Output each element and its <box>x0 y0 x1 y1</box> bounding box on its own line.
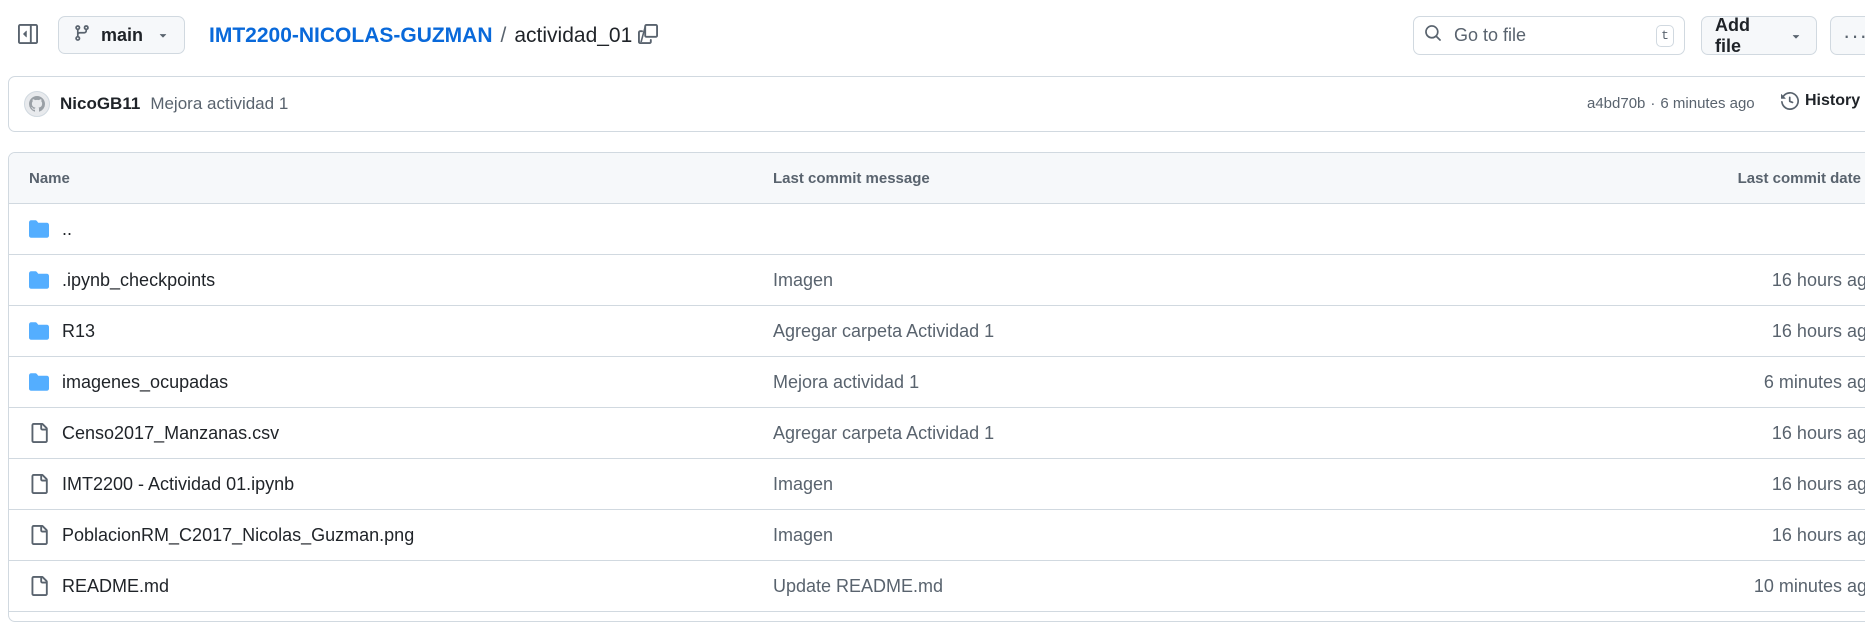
keyboard-shortcut-hint: t <box>1656 24 1674 47</box>
table-row[interactable]: imagenes_ocupadas Mejora actividad 1 6 min… <box>9 357 1865 408</box>
branch-name: main <box>101 24 144 45</box>
commit-author[interactable]: NicoGB11 <box>60 94 140 114</box>
git-branch-icon <box>73 24 91 47</box>
breadcrumb-separator: / <box>500 24 507 47</box>
column-header-message: Last commit message <box>773 170 930 187</box>
row-commit-message[interactable]: Imagen <box>773 525 833 546</box>
sidebar-expand-icon[interactable] <box>16 22 40 46</box>
github-mark-icon <box>29 96 45 112</box>
folder-icon <box>29 371 51 393</box>
history-clock-icon <box>1781 92 1799 110</box>
kebab-horizontal-icon: ··· <box>1843 22 1865 48</box>
file-table: Name Last commit message Last commit dat… <box>8 152 1865 622</box>
branch-selector-button[interactable]: main <box>58 16 185 54</box>
chevron-down-icon <box>156 28 170 42</box>
row-name-link[interactable]: IMT2200 - Actividad 01.ipynb <box>62 474 294 495</box>
search-icon <box>1424 24 1442 47</box>
file-icon <box>29 575 51 597</box>
row-commit-message[interactable]: Imagen <box>773 270 833 291</box>
commit-message[interactable]: Mejora actividad 1 <box>150 94 288 114</box>
commit-hash[interactable]: a4bd70b <box>1587 95 1645 112</box>
folder-icon <box>29 218 51 240</box>
row-commit-date: 16 hours ago <box>1771 423 1865 443</box>
table-row[interactable]: README.md Update README.md 10 minutes ago <box>9 561 1865 612</box>
row-name-link[interactable]: Censo2017_Manzanas.csv <box>62 423 279 444</box>
add-file-button[interactable]: Add file <box>1701 14 1817 56</box>
go-to-file-search[interactable]: t <box>1413 16 1685 55</box>
breadcrumb: IMT2200-NICOLAS-GUZMAN / actividad_01 / <box>209 22 646 50</box>
copy-path-button[interactable] <box>636 23 660 49</box>
avatar[interactable] <box>24 91 50 117</box>
table-row[interactable]: .. <box>9 204 1865 255</box>
row-commit-date: 6 minutes ago <box>1763 372 1865 392</box>
row-name-link[interactable]: imagenes_ocupadas <box>62 372 228 393</box>
go-to-file-input[interactable] <box>1452 24 1642 47</box>
repo-header: main IMT2200-NICOLAS-GUZMAN / actividad_… <box>0 0 1865 72</box>
table-row[interactable]: IMT2200 - Actividad 01.ipynb Imagen 16 hou… <box>9 459 1865 510</box>
row-name-link[interactable]: PoblacionRM_C2017_Nicolas_Guzman.png <box>62 525 414 546</box>
row-name-link[interactable]: .ipynb_checkpoints <box>62 270 215 291</box>
row-commit-message[interactable]: Update README.md <box>773 576 943 597</box>
row-commit-message[interactable]: Imagen <box>773 474 833 495</box>
chevron-down-icon <box>1789 29 1803 43</box>
latest-commit-bar: NicoGB11 Mejora actividad 1 a4bd70b · 6 … <box>8 76 1865 132</box>
history-button[interactable]: History <box>1781 92 1860 110</box>
copy-icon <box>638 23 658 49</box>
table-row[interactable]: PoblacionRM_C2017_Nicolas_Guzman.png Imag… <box>9 510 1865 561</box>
column-header-name: Name <box>29 170 70 187</box>
more-options-button[interactable]: ··· <box>1830 16 1865 55</box>
row-name-link[interactable]: README.md <box>62 576 169 597</box>
history-label: History <box>1805 92 1861 109</box>
file-icon <box>29 473 51 495</box>
breadcrumb-current-folder: actividad_01 <box>514 24 633 47</box>
row-commit-date: 16 hours ago <box>1771 270 1865 290</box>
table-header: Name Last commit message Last commit dat… <box>9 153 1865 204</box>
breadcrumb-repo-link[interactable]: IMT2200-NICOLAS-GUZMAN <box>209 24 493 48</box>
table-body: ...ipynb_checkpointsImagen16 hours agoR1… <box>9 204 1865 612</box>
table-row[interactable]: R13 Agregar carpeta Actividad 1 16 hours a… <box>9 306 1865 357</box>
table-row[interactable]: Censo2017_Manzanas.csv Agregar carpeta Ac… <box>9 408 1865 459</box>
row-commit-date: 10 minutes ago <box>1753 576 1865 596</box>
row-commit-message[interactable]: Agregar carpeta Actividad 1 <box>773 321 994 342</box>
add-file-label: Add file <box>1715 14 1750 56</box>
commit-time: 6 minutes ago <box>1660 95 1755 112</box>
meta-separator: · <box>1650 95 1656 112</box>
file-icon <box>29 524 51 546</box>
row-commit-date: 16 hours ago <box>1771 474 1865 494</box>
file-icon <box>29 422 51 444</box>
column-header-date: Last commit date <box>1737 170 1861 187</box>
row-name-link[interactable]: .. <box>62 219 72 240</box>
row-name-link[interactable]: R13 <box>62 321 95 342</box>
row-commit-date: 16 hours ago <box>1771 525 1865 545</box>
commit-meta: a4bd70b · 6 minutes ago <box>1587 95 1755 112</box>
row-commit-message[interactable]: Mejora actividad 1 <box>773 372 919 393</box>
folder-icon <box>29 320 51 342</box>
folder-icon <box>29 269 51 291</box>
row-commit-message[interactable]: Agregar carpeta Actividad 1 <box>773 423 994 444</box>
table-row[interactable]: .ipynb_checkpoints Imagen 16 hours ago <box>9 255 1865 306</box>
row-commit-date: 16 hours ago <box>1771 321 1865 341</box>
